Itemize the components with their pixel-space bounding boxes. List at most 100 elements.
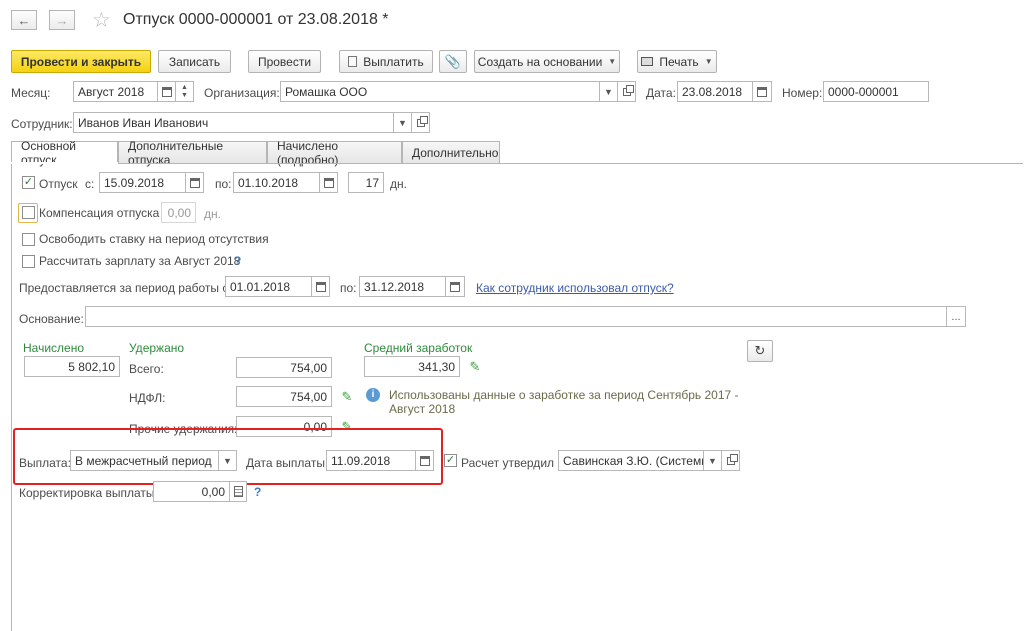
employee-dropdown-button[interactable]: ▼ xyxy=(394,112,412,133)
vacation-to-field[interactable]: 01.10.2018 xyxy=(233,172,320,193)
month-stepper[interactable]: ▲ ▼ xyxy=(176,81,194,102)
basis-select-button[interactable]: ... xyxy=(947,306,966,327)
open-icon xyxy=(726,453,738,465)
tab-additional-vacations[interactable]: Дополнительные отпуска xyxy=(118,139,267,167)
tab-main-vacation[interactable]: Основной отпуск xyxy=(11,139,118,167)
organization-open-button[interactable] xyxy=(618,81,636,102)
compensation-days-field[interactable]: 0,00 xyxy=(161,202,196,223)
pay-button[interactable]: Выплатить xyxy=(339,50,433,73)
calc-salary-checkbox[interactable] xyxy=(22,255,35,268)
payment-correction-calculator-button[interactable] xyxy=(230,481,247,502)
basis-label: Основание: xyxy=(19,312,84,326)
refresh-icon: ↻ xyxy=(754,343,766,358)
calendar-icon xyxy=(757,86,767,97)
calendar-icon xyxy=(323,177,334,188)
withheld-total-field: 754,00 xyxy=(236,357,332,378)
vacation-from-field[interactable]: 15.09.2018 xyxy=(99,172,186,193)
post-button[interactable]: Провести xyxy=(248,50,321,73)
tab-divider xyxy=(11,163,1023,164)
payment-date-calendar-button[interactable] xyxy=(416,450,434,471)
pay-button-label: Выплатить xyxy=(363,54,424,69)
number-label: Номер: xyxy=(782,86,823,100)
month-calendar-button[interactable] xyxy=(158,81,176,102)
date-field[interactable]: 23.08.2018 xyxy=(677,81,753,102)
back-button[interactable]: ← xyxy=(11,10,37,30)
checkmark-icon: ✓ xyxy=(23,176,34,188)
chevron-down-icon: ▼ xyxy=(604,86,613,97)
payment-date-label: Дата выплаты: xyxy=(246,456,329,470)
vacation-to-label: по: xyxy=(215,177,232,191)
free-rate-label: Освободить ставку на период отсутствия xyxy=(39,232,269,246)
chevron-down-icon: ▼ xyxy=(708,455,717,466)
print-button[interactable]: Печать ▼ xyxy=(637,50,717,73)
page-title: Отпуск 0000-000001 от 23.08.2018 * xyxy=(123,11,389,28)
refresh-button[interactable]: ↻ xyxy=(747,340,773,362)
create-based-on-button[interactable]: Создать на основании ▼ xyxy=(474,50,620,73)
compensation-days-unit: дн. xyxy=(204,207,221,221)
vacation-usage-link[interactable]: Как сотрудник использовал отпуск? xyxy=(476,281,674,295)
document-icon xyxy=(348,56,358,67)
payment-correction-field[interactable]: 0,00 xyxy=(153,481,230,502)
info-icon: i xyxy=(366,388,380,402)
approved-by-field[interactable]: Савинская З.Ю. (Системн xyxy=(558,450,704,471)
calculation-approved-checkbox[interactable]: ✓ xyxy=(444,454,457,467)
ndfl-edit-pencil-icon[interactable]: ✎ xyxy=(340,390,354,404)
vacation-checkbox[interactable]: ✓ xyxy=(22,176,35,189)
other-withholdings-label: Прочие удержания: xyxy=(129,422,238,436)
free-rate-checkbox[interactable] xyxy=(22,233,35,246)
vacation-from-calendar-button[interactable] xyxy=(186,172,204,193)
date-calendar-button[interactable] xyxy=(753,81,772,102)
checkmark-icon: ✓ xyxy=(445,454,456,466)
approved-by-open-button[interactable] xyxy=(722,450,740,471)
post-and-close-button[interactable]: Провести и закрыть xyxy=(11,50,151,73)
work-period-from-calendar-button[interactable] xyxy=(312,276,330,297)
organization-field[interactable]: Ромашка ООО xyxy=(280,81,600,102)
save-button[interactable]: Записать xyxy=(158,50,231,73)
print-button-label: Печать xyxy=(659,54,699,69)
calc-salary-help-icon[interactable]: ? xyxy=(234,254,241,268)
panel-border xyxy=(11,164,12,631)
arrow-left-icon: ← xyxy=(17,12,31,28)
chevron-down-icon: ▼ xyxy=(398,117,407,128)
average-earnings-label: Средний заработок xyxy=(364,341,473,355)
basis-field[interactable] xyxy=(85,306,947,327)
payment-date-field[interactable]: 11.09.2018 xyxy=(326,450,416,471)
accrued-field: 5 802,10 xyxy=(24,356,120,377)
employee-open-button[interactable] xyxy=(412,112,430,133)
forward-button[interactable]: → xyxy=(49,10,75,30)
work-period-to-field[interactable]: 31.12.2018 xyxy=(359,276,446,297)
paperclip-icon: 📎 xyxy=(444,53,462,69)
tab-accrued-detailed[interactable]: Начислено (подробно) xyxy=(267,139,402,167)
month-label: Месяц: xyxy=(11,86,51,100)
attach-button[interactable]: 📎 xyxy=(439,50,467,73)
create-based-on-label: Создать на основании xyxy=(477,54,603,69)
calc-salary-label: Рассчитать зарплату за Август 2018 xyxy=(39,254,241,268)
calculator-icon xyxy=(233,486,243,497)
calculation-approved-label: Расчет утвердил xyxy=(461,456,555,470)
open-icon xyxy=(416,115,428,127)
compensation-checkbox[interactable] xyxy=(22,206,35,219)
vacation-to-calendar-button[interactable] xyxy=(320,172,338,193)
work-period-from-field[interactable]: 01.01.2018 xyxy=(225,276,312,297)
payment-correction-help-icon[interactable]: ? xyxy=(254,485,261,499)
star-icon[interactable]: ☆ xyxy=(92,8,111,33)
work-period-to-calendar-button[interactable] xyxy=(446,276,465,297)
accrued-label: Начислено xyxy=(23,341,85,355)
other-withholdings-edit-pencil-icon[interactable]: ✎ xyxy=(340,420,354,434)
work-period-to-label: по: xyxy=(340,281,357,295)
number-field[interactable]: 0000-000001 xyxy=(823,81,929,102)
employee-field[interactable]: Иванов Иван Иванович xyxy=(73,112,394,133)
payment-type-field[interactable]: В межрасчетный период xyxy=(70,450,219,471)
average-earnings-edit-pencil-icon[interactable]: ✎ xyxy=(468,360,482,374)
month-field[interactable]: Август 2018 xyxy=(73,81,158,102)
calendar-icon xyxy=(450,281,460,292)
vacation-days-unit: дн. xyxy=(390,177,407,191)
chevron-down-icon: ▼ xyxy=(608,57,617,66)
tab-additional[interactable]: Дополнительно xyxy=(402,141,500,163)
open-icon xyxy=(622,84,634,96)
chevron-down-icon: ▼ xyxy=(704,57,713,66)
payment-type-dropdown-button[interactable]: ▼ xyxy=(219,450,237,471)
approved-by-dropdown-button[interactable]: ▼ xyxy=(704,450,722,471)
organization-dropdown-button[interactable]: ▼ xyxy=(600,81,618,102)
vacation-days-field[interactable]: 17 xyxy=(348,172,384,193)
